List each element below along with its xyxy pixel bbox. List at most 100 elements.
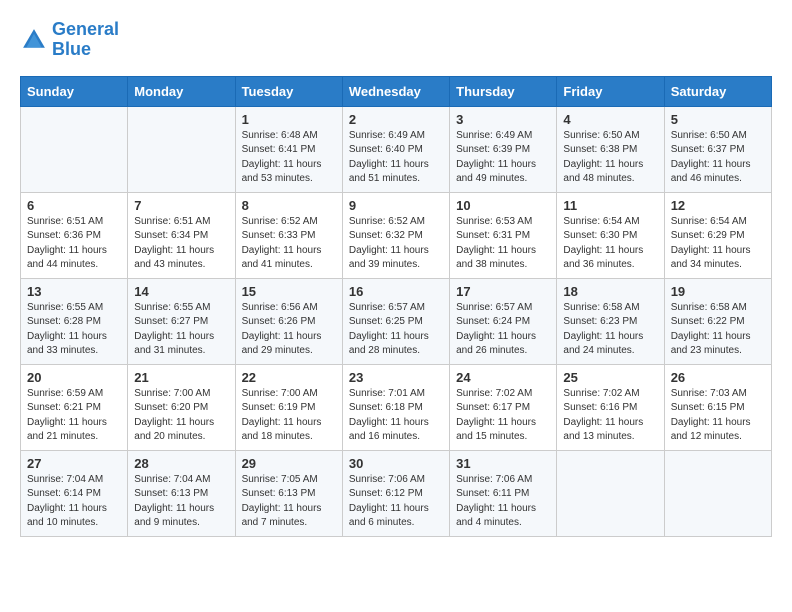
weekday-header-wednesday: Wednesday — [342, 76, 449, 106]
calendar-cell: 24 Sunrise: 7:02 AM Sunset: 6:17 PM Dayli… — [450, 364, 557, 450]
cell-info: Sunrise: 6:56 AM Sunset: 6:26 PM Dayligh… — [242, 301, 336, 359]
calendar-week-2: 6 Sunrise: 6:51 AM Sunset: 6:36 PM Daylig… — [21, 192, 772, 278]
cell-info: Sunrise: 6:55 AM Sunset: 6:28 PM Dayligh… — [27, 301, 121, 359]
cell-info: Sunrise: 6:49 AM Sunset: 6:39 PM Dayligh… — [456, 129, 550, 187]
calendar-cell: 27 Sunrise: 7:04 AM Sunset: 6:14 PM Dayli… — [21, 450, 128, 536]
day-number: 18 — [563, 284, 657, 299]
day-number: 30 — [349, 456, 443, 471]
day-number: 11 — [563, 198, 657, 213]
cell-info: Sunrise: 6:53 AM Sunset: 6:31 PM Dayligh… — [456, 215, 550, 273]
cell-info: Sunrise: 7:02 AM Sunset: 6:16 PM Dayligh… — [563, 387, 657, 445]
calendar-cell: 1Sunrise: 6:48 AM Sunset: 6:41 PM Daylig… — [235, 106, 342, 192]
cell-info: Sunrise: 6:55 AM Sunset: 6:27 PM Dayligh… — [134, 301, 228, 359]
calendar-cell: 6 Sunrise: 6:51 AM Sunset: 6:36 PM Daylig… — [21, 192, 128, 278]
day-number: 4 — [563, 112, 657, 127]
day-number: 20 — [27, 370, 121, 385]
cell-info: Sunrise: 6:58 AM Sunset: 6:23 PM Dayligh… — [563, 301, 657, 359]
calendar-cell — [128, 106, 235, 192]
cell-info: Sunrise: 6:49 AM Sunset: 6:40 PM Dayligh… — [349, 129, 443, 187]
calendar-cell: 15 Sunrise: 6:56 AM Sunset: 6:26 PM Dayli… — [235, 278, 342, 364]
day-number: 15 — [242, 284, 336, 299]
day-number: 10 — [456, 198, 550, 213]
cell-info: Sunrise: 6:58 AM Sunset: 6:22 PM Dayligh… — [671, 301, 765, 359]
calendar-cell: 7 Sunrise: 6:51 AM Sunset: 6:34 PM Daylig… — [128, 192, 235, 278]
calendar-cell: 23Sunrise: 7:01 AM Sunset: 6:18 PM Dayli… — [342, 364, 449, 450]
weekday-header-sunday: Sunday — [21, 76, 128, 106]
day-number: 24 — [456, 370, 550, 385]
calendar-cell: 2 Sunrise: 6:49 AM Sunset: 6:40 PM Daylig… — [342, 106, 449, 192]
calendar-week-1: 1Sunrise: 6:48 AM Sunset: 6:41 PM Daylig… — [21, 106, 772, 192]
calendar-cell: 10 Sunrise: 6:53 AM Sunset: 6:31 PM Dayli… — [450, 192, 557, 278]
day-number: 1 — [242, 112, 336, 127]
day-number: 21 — [134, 370, 228, 385]
cell-info: Sunrise: 7:04 AM Sunset: 6:13 PM Dayligh… — [134, 473, 228, 531]
calendar-cell: 11 Sunrise: 6:54 AM Sunset: 6:30 PM Dayli… — [557, 192, 664, 278]
day-number: 2 — [349, 112, 443, 127]
weekday-header-tuesday: Tuesday — [235, 76, 342, 106]
calendar-cell: 3 Sunrise: 6:49 AM Sunset: 6:39 PM Daylig… — [450, 106, 557, 192]
cell-info: Sunrise: 6:54 AM Sunset: 6:29 PM Dayligh… — [671, 215, 765, 273]
calendar-cell: 9Sunrise: 6:52 AM Sunset: 6:32 PM Daylig… — [342, 192, 449, 278]
calendar-cell: 18 Sunrise: 6:58 AM Sunset: 6:23 PM Dayli… — [557, 278, 664, 364]
calendar-cell: 8Sunrise: 6:52 AM Sunset: 6:33 PM Daylig… — [235, 192, 342, 278]
day-number: 17 — [456, 284, 550, 299]
calendar-cell — [664, 450, 771, 536]
day-number: 31 — [456, 456, 550, 471]
weekday-header-row: SundayMondayTuesdayWednesdayThursdayFrid… — [21, 76, 772, 106]
calendar-cell: 4 Sunrise: 6:50 AM Sunset: 6:38 PM Daylig… — [557, 106, 664, 192]
calendar-cell: 5 Sunrise: 6:50 AM Sunset: 6:37 PM Daylig… — [664, 106, 771, 192]
calendar-week-3: 13 Sunrise: 6:55 AM Sunset: 6:28 PM Dayli… — [21, 278, 772, 364]
day-number: 19 — [671, 284, 765, 299]
logo-text: General Blue — [52, 20, 119, 60]
cell-info: Sunrise: 6:50 AM Sunset: 6:37 PM Dayligh… — [671, 129, 765, 187]
cell-info: Sunrise: 7:04 AM Sunset: 6:14 PM Dayligh… — [27, 473, 121, 531]
day-number: 7 — [134, 198, 228, 213]
day-number: 6 — [27, 198, 121, 213]
weekday-header-monday: Monday — [128, 76, 235, 106]
calendar-cell: 12Sunrise: 6:54 AM Sunset: 6:29 PM Dayli… — [664, 192, 771, 278]
calendar-cell: 13 Sunrise: 6:55 AM Sunset: 6:28 PM Dayli… — [21, 278, 128, 364]
calendar-cell: 20Sunrise: 6:59 AM Sunset: 6:21 PM Dayli… — [21, 364, 128, 450]
day-number: 13 — [27, 284, 121, 299]
cell-info: Sunrise: 6:50 AM Sunset: 6:38 PM Dayligh… — [563, 129, 657, 187]
day-number: 27 — [27, 456, 121, 471]
cell-info: Sunrise: 7:02 AM Sunset: 6:17 PM Dayligh… — [456, 387, 550, 445]
cell-info: Sunrise: 7:03 AM Sunset: 6:15 PM Dayligh… — [671, 387, 765, 445]
day-number: 5 — [671, 112, 765, 127]
day-number: 28 — [134, 456, 228, 471]
day-number: 22 — [242, 370, 336, 385]
cell-info: Sunrise: 7:06 AM Sunset: 6:11 PM Dayligh… — [456, 473, 550, 531]
cell-info: Sunrise: 6:51 AM Sunset: 6:36 PM Dayligh… — [27, 215, 121, 273]
calendar-cell: 28 Sunrise: 7:04 AM Sunset: 6:13 PM Dayli… — [128, 450, 235, 536]
day-number: 9 — [349, 198, 443, 213]
calendar-cell: 17 Sunrise: 6:57 AM Sunset: 6:24 PM Dayli… — [450, 278, 557, 364]
weekday-header-friday: Friday — [557, 76, 664, 106]
cell-info: Sunrise: 6:54 AM Sunset: 6:30 PM Dayligh… — [563, 215, 657, 273]
day-number: 25 — [563, 370, 657, 385]
calendar-cell: 30 Sunrise: 7:06 AM Sunset: 6:12 PM Dayli… — [342, 450, 449, 536]
cell-info: Sunrise: 6:51 AM Sunset: 6:34 PM Dayligh… — [134, 215, 228, 273]
calendar-week-5: 27 Sunrise: 7:04 AM Sunset: 6:14 PM Dayli… — [21, 450, 772, 536]
day-number: 26 — [671, 370, 765, 385]
calendar-body: 1Sunrise: 6:48 AM Sunset: 6:41 PM Daylig… — [21, 106, 772, 536]
calendar-week-4: 20Sunrise: 6:59 AM Sunset: 6:21 PM Dayli… — [21, 364, 772, 450]
cell-info: Sunrise: 6:57 AM Sunset: 6:24 PM Dayligh… — [456, 301, 550, 359]
calendar-cell: 14Sunrise: 6:55 AM Sunset: 6:27 PM Dayli… — [128, 278, 235, 364]
logo-icon — [20, 26, 48, 54]
weekday-header-saturday: Saturday — [664, 76, 771, 106]
cell-info: Sunrise: 7:05 AM Sunset: 6:13 PM Dayligh… — [242, 473, 336, 531]
day-number: 3 — [456, 112, 550, 127]
calendar-cell — [21, 106, 128, 192]
cell-info: Sunrise: 7:06 AM Sunset: 6:12 PM Dayligh… — [349, 473, 443, 531]
cell-info: Sunrise: 6:57 AM Sunset: 6:25 PM Dayligh… — [349, 301, 443, 359]
day-number: 29 — [242, 456, 336, 471]
calendar-table: SundayMondayTuesdayWednesdayThursdayFrid… — [20, 76, 772, 537]
weekday-header-thursday: Thursday — [450, 76, 557, 106]
calendar-cell: 22Sunrise: 7:00 AM Sunset: 6:19 PM Dayli… — [235, 364, 342, 450]
calendar-cell: 29 Sunrise: 7:05 AM Sunset: 6:13 PM Dayli… — [235, 450, 342, 536]
calendar-cell: 19 Sunrise: 6:58 AM Sunset: 6:22 PM Dayli… — [664, 278, 771, 364]
cell-info: Sunrise: 7:01 AM Sunset: 6:18 PM Dayligh… — [349, 387, 443, 445]
day-number: 8 — [242, 198, 336, 213]
calendar-cell: 21Sunrise: 7:00 AM Sunset: 6:20 PM Dayli… — [128, 364, 235, 450]
calendar-cell: 16Sunrise: 6:57 AM Sunset: 6:25 PM Dayli… — [342, 278, 449, 364]
